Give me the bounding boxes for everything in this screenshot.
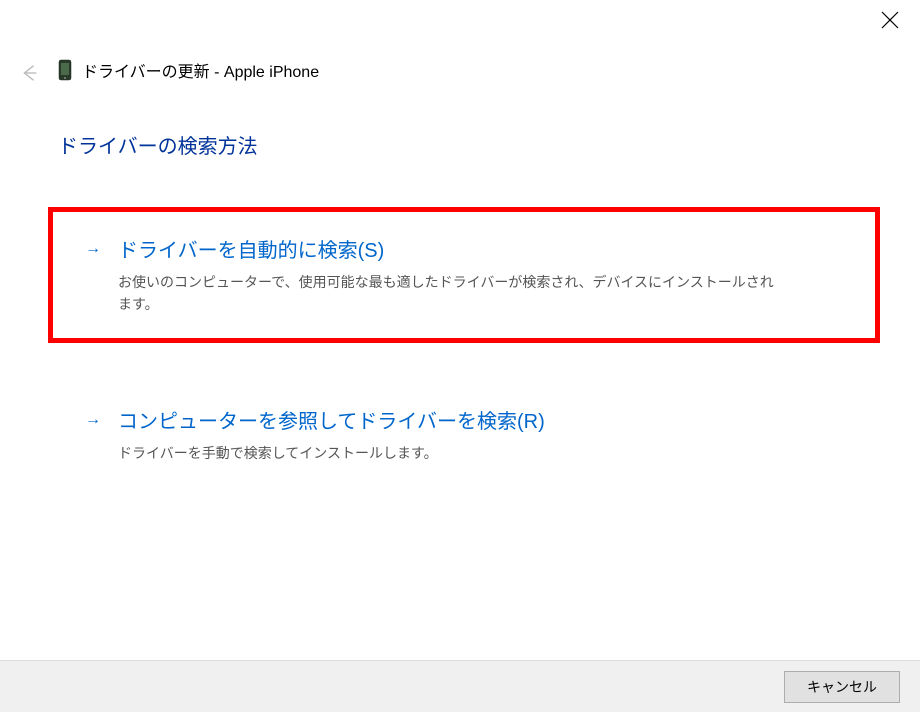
- dialog-content: ドライバーの検索方法 → ドライバーを自動的に検索(S) お使いのコンピューター…: [58, 130, 880, 526]
- dialog-title: ドライバーの更新 - Apple iPhone: [82, 58, 319, 82]
- arrow-right-icon: →: [85, 240, 101, 258]
- device-icon: [58, 59, 72, 81]
- cancel-button[interactable]: キャンセル: [784, 671, 900, 703]
- close-icon: [880, 10, 900, 30]
- option-browse-computer[interactable]: → コンピューターを参照してドライバーを検索(R) ドライバーを手動で検索してイ…: [58, 383, 880, 486]
- dialog-footer: キャンセル: [0, 660, 920, 712]
- option-description: ドライバーを手動で検索してインストールします。: [118, 442, 778, 464]
- arrow-left-icon: [18, 62, 40, 84]
- back-button[interactable]: [18, 62, 40, 89]
- close-button[interactable]: [880, 10, 900, 30]
- dialog-header: ドライバーの更新 - Apple iPhone: [58, 58, 319, 82]
- option-title: コンピューターを参照してドライバーを検索(R): [118, 405, 860, 434]
- option-auto-search[interactable]: → ドライバーを自動的に検索(S) お使いのコンピューターで、使用可能な最も適し…: [48, 207, 880, 343]
- instruction-text: ドライバーの検索方法: [58, 130, 880, 159]
- option-title: ドライバーを自動的に検索(S): [118, 234, 855, 263]
- arrow-right-icon: →: [85, 411, 101, 429]
- option-description: お使いのコンピューターで、使用可能な最も適したドライバーが検索され、デバイスにイ…: [118, 271, 778, 316]
